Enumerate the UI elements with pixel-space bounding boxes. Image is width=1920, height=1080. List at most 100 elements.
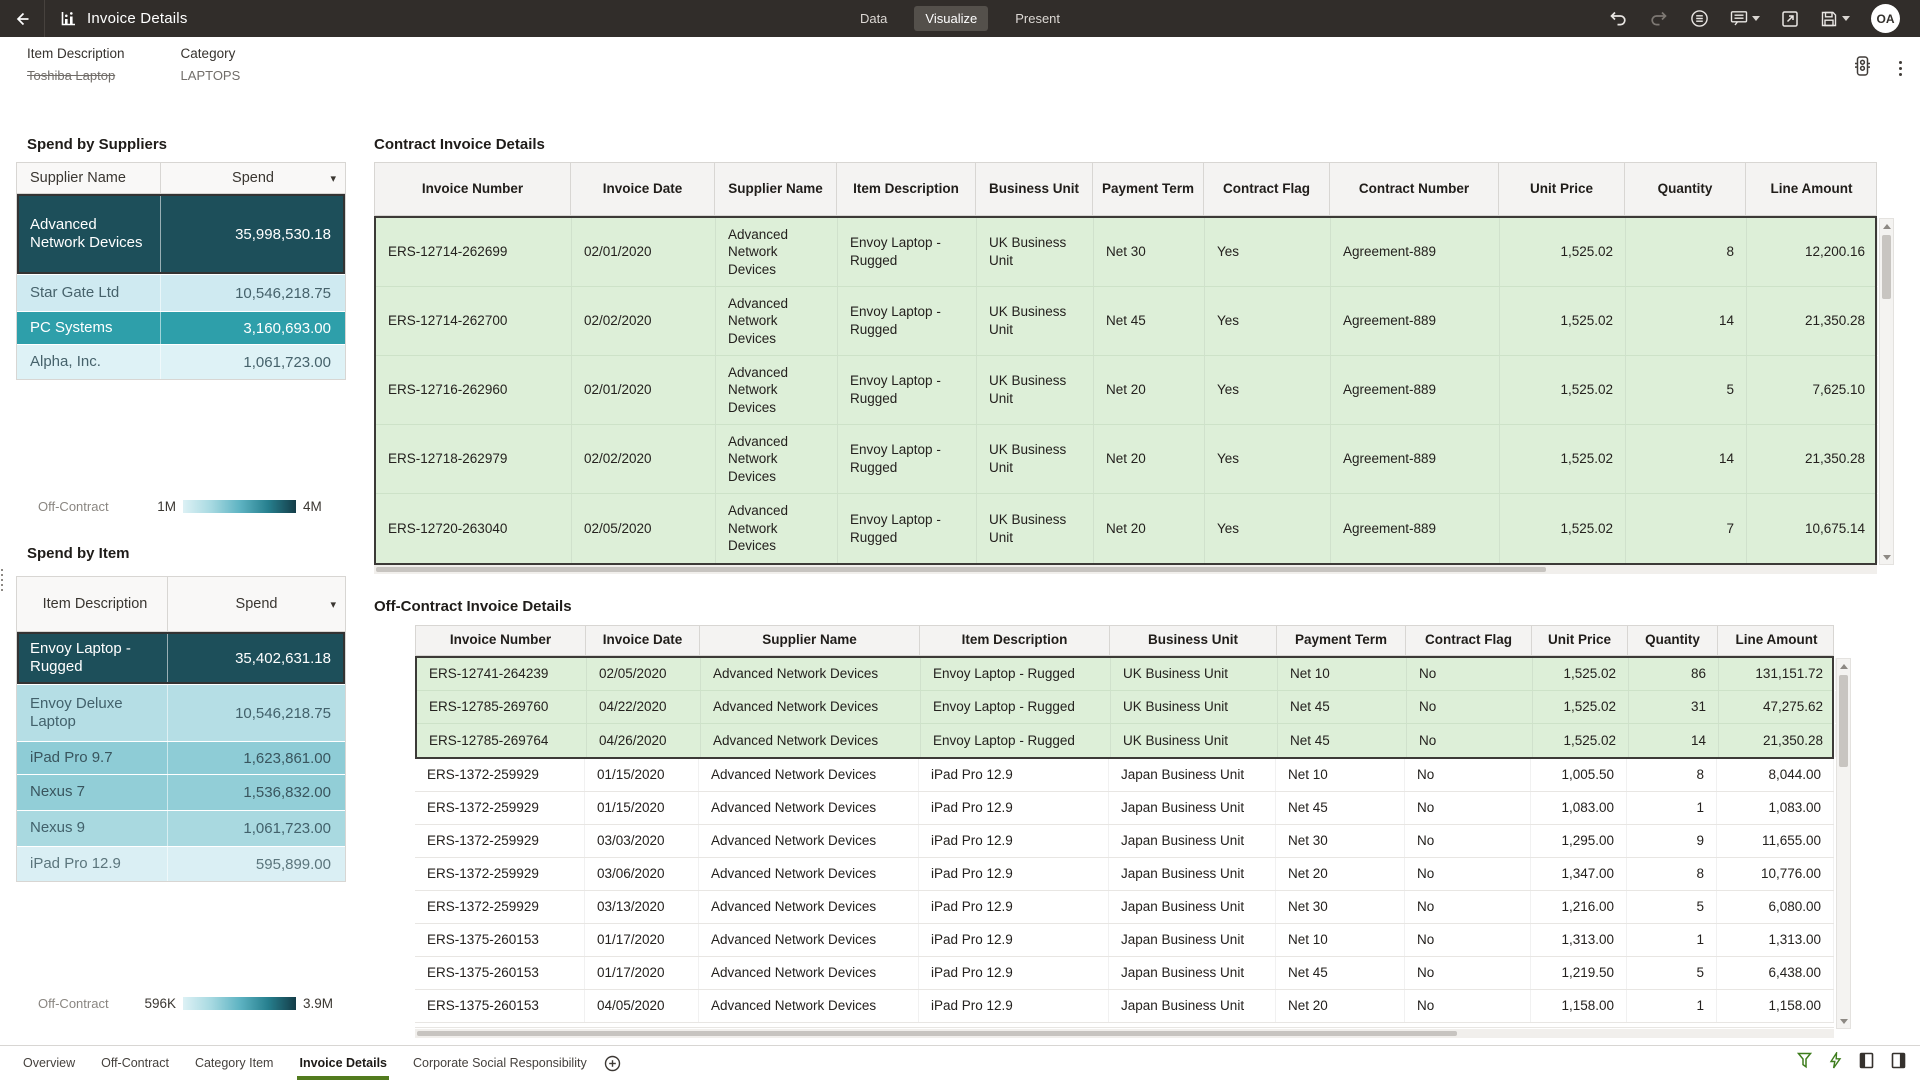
contract-cell[interactable]: Advanced Network Devices xyxy=(716,494,838,563)
offcontract-cell[interactable]: iPad Pro 12.9 xyxy=(919,792,1109,824)
item-spend-cell[interactable]: 1,623,861.00 xyxy=(168,742,345,774)
offcontract-cell[interactable]: 11,655.00 xyxy=(1717,825,1834,857)
offcontract-cell[interactable]: 5 xyxy=(1627,957,1717,989)
offcontract-cell[interactable]: Net 30 xyxy=(1276,891,1405,923)
offcontract-cell[interactable]: 5 xyxy=(1627,891,1717,923)
contract-cell[interactable]: Agreement-889 xyxy=(1331,287,1500,355)
offcontract-column-header[interactable]: Invoice Date xyxy=(586,626,700,655)
contract-vertical-scrollbar[interactable] xyxy=(1879,218,1894,565)
supplier-spend-cell[interactable]: 10,546,218.75 xyxy=(161,275,345,311)
offcontract-cell[interactable]: 8,044.00 xyxy=(1717,759,1834,791)
item-row[interactable]: Envoy Laptop - Rugged35,402,631.18 xyxy=(17,632,345,684)
offcontract-cell[interactable]: 6,080.00 xyxy=(1717,891,1834,923)
offcontract-row[interactable]: ERS-1375-26015301/17/2020Advanced Networ… xyxy=(415,957,1834,990)
contract-cell[interactable]: UK Business Unit xyxy=(977,425,1094,493)
item-name-cell[interactable]: Envoy Deluxe Laptop xyxy=(17,685,168,741)
filter-data-icon[interactable] xyxy=(1797,1052,1812,1074)
offcontract-cell[interactable]: UK Business Unit xyxy=(1111,691,1278,723)
supplier-spend-cell[interactable]: 3,160,693.00 xyxy=(161,312,345,344)
offcontract-cell[interactable]: No xyxy=(1405,792,1531,824)
offcontract-cell[interactable]: Advanced Network Devices xyxy=(699,990,919,1022)
contract-cell[interactable]: UK Business Unit xyxy=(977,218,1094,286)
offcontract-cell[interactable]: Advanced Network Devices xyxy=(699,924,919,956)
offcontract-row[interactable]: ERS-12785-26976004/22/2020Advanced Netwo… xyxy=(417,691,1832,724)
offcontract-cell[interactable]: ERS-12741-264239 xyxy=(417,658,587,690)
offcontract-cell[interactable]: 03/13/2020 xyxy=(585,891,699,923)
contract-column-header[interactable]: Unit Price xyxy=(1499,163,1625,215)
offcontract-row[interactable]: ERS-12785-26976404/26/2020Advanced Netwo… xyxy=(417,724,1832,757)
offcontract-cell[interactable]: 1 xyxy=(1627,990,1717,1022)
contract-cell[interactable]: Net 20 xyxy=(1094,425,1205,493)
item-spend-cell[interactable]: 10,546,218.75 xyxy=(168,685,345,741)
offcontract-row[interactable]: ERS-1372-25992901/15/2020Advanced Networ… xyxy=(415,759,1834,792)
offcontract-column-header[interactable]: Supplier Name xyxy=(700,626,920,655)
contract-column-header[interactable]: Business Unit xyxy=(976,163,1093,215)
contract-cell[interactable]: 7 xyxy=(1626,494,1747,563)
offcontract-cell[interactable]: iPad Pro 12.9 xyxy=(919,825,1109,857)
offcontract-cell[interactable]: 86 xyxy=(1629,658,1719,690)
contract-cell[interactable]: Envoy Laptop - Rugged xyxy=(838,425,977,493)
canvas-tab-category-item[interactable]: Category Item xyxy=(182,1046,287,1080)
offcontract-column-header[interactable]: Unit Price xyxy=(1532,626,1628,655)
offcontract-cell[interactable]: Advanced Network Devices xyxy=(699,792,919,824)
contract-cell[interactable]: Agreement-889 xyxy=(1331,218,1500,286)
item-row[interactable]: Envoy Deluxe Laptop10,546,218.75 xyxy=(17,684,345,741)
offcontract-cell[interactable]: 1,158.00 xyxy=(1717,990,1834,1022)
contract-cell[interactable]: UK Business Unit xyxy=(977,356,1094,424)
offcontract-cell[interactable]: 9 xyxy=(1627,825,1717,857)
add-canvas-button[interactable] xyxy=(604,1055,621,1072)
contract-cell[interactable]: Yes xyxy=(1205,356,1331,424)
contract-column-header[interactable]: Payment Term xyxy=(1093,163,1204,215)
item-name-column-header[interactable]: Item Description xyxy=(17,577,168,631)
scrollbar-thumb[interactable] xyxy=(417,1031,1457,1036)
toggle-left-panel-icon[interactable] xyxy=(1859,1052,1874,1074)
offcontract-cell[interactable]: ERS-1375-260153 xyxy=(415,990,585,1022)
contract-row[interactable]: ERS-12716-26296002/01/2020Advanced Netwo… xyxy=(376,356,1875,425)
contract-cell[interactable]: 10,675.14 xyxy=(1747,494,1878,563)
contract-cell[interactable]: 8 xyxy=(1626,218,1747,286)
offcontract-cell[interactable]: Net 10 xyxy=(1276,924,1405,956)
supplier-row[interactable]: PC Systems3,160,693.00 xyxy=(17,311,345,344)
contract-cell[interactable]: 02/02/2020 xyxy=(572,425,716,493)
contract-column-header[interactable]: Contract Flag xyxy=(1204,163,1330,215)
offcontract-cell[interactable]: 1,313.00 xyxy=(1717,924,1834,956)
contract-cell[interactable]: 02/02/2020 xyxy=(572,287,716,355)
offcontract-cell[interactable]: Net 10 xyxy=(1276,759,1405,791)
supplier-row[interactable]: Star Gate Ltd10,546,218.75 xyxy=(17,274,345,311)
contract-cell[interactable]: UK Business Unit xyxy=(977,494,1094,563)
auto-apply-icon[interactable] xyxy=(1829,1052,1842,1074)
item-row[interactable]: Nexus 91,061,723.00 xyxy=(17,810,345,846)
supplier-spend-cell[interactable]: 35,998,530.18 xyxy=(161,194,345,274)
canvas-tab-invoice-details[interactable]: Invoice Details xyxy=(286,1046,400,1080)
offcontract-cell[interactable]: 01/17/2020 xyxy=(585,957,699,989)
supplier-spend-column-header[interactable]: Spend▾ xyxy=(161,163,345,193)
offcontract-row[interactable]: ERS-1375-26015301/17/2020Advanced Networ… xyxy=(415,924,1834,957)
offcontract-cell[interactable]: Net 20 xyxy=(1276,990,1405,1022)
offcontract-cell[interactable]: 1,216.00 xyxy=(1531,891,1627,923)
contract-cell[interactable]: Envoy Laptop - Rugged xyxy=(838,494,977,563)
offcontract-cell[interactable]: 47,275.62 xyxy=(1719,691,1836,723)
contract-row[interactable]: ERS-12714-26269902/01/2020Advanced Netwo… xyxy=(376,218,1875,287)
contract-cell[interactable]: Net 30 xyxy=(1094,218,1205,286)
offcontract-cell[interactable]: iPad Pro 12.9 xyxy=(919,858,1109,890)
contract-cell[interactable]: 12,200.16 xyxy=(1747,218,1878,286)
offcontract-cell[interactable]: 1,005.50 xyxy=(1531,759,1627,791)
contract-cell[interactable]: Yes xyxy=(1205,287,1331,355)
contract-cell[interactable]: Advanced Network Devices xyxy=(716,218,838,286)
supplier-name-cell[interactable]: Star Gate Ltd xyxy=(17,275,161,311)
offcontract-cell[interactable]: Envoy Laptop - Rugged xyxy=(921,724,1111,757)
offcontract-cell[interactable]: 31 xyxy=(1629,691,1719,723)
offcontract-cell[interactable]: Advanced Network Devices xyxy=(701,724,921,757)
sort-descending-icon[interactable]: ▾ xyxy=(330,172,336,185)
offcontract-cell[interactable]: 1,219.50 xyxy=(1531,957,1627,989)
offcontract-cell[interactable]: Net 30 xyxy=(1276,825,1405,857)
offcontract-cell[interactable]: 1,525.02 xyxy=(1533,691,1629,723)
contract-cell[interactable]: 1,525.02 xyxy=(1500,356,1626,424)
item-row[interactable]: iPad Pro 9.71,623,861.00 xyxy=(17,741,345,774)
tab-data[interactable]: Data xyxy=(849,6,898,31)
offcontract-cell[interactable]: 04/26/2020 xyxy=(587,724,701,757)
contract-cell[interactable]: Advanced Network Devices xyxy=(716,287,838,355)
item-name-cell[interactable]: Nexus 7 xyxy=(17,775,168,810)
item-spend-column-header[interactable]: Spend▾ xyxy=(168,577,345,631)
offcontract-cell[interactable]: 1,083.00 xyxy=(1531,792,1627,824)
